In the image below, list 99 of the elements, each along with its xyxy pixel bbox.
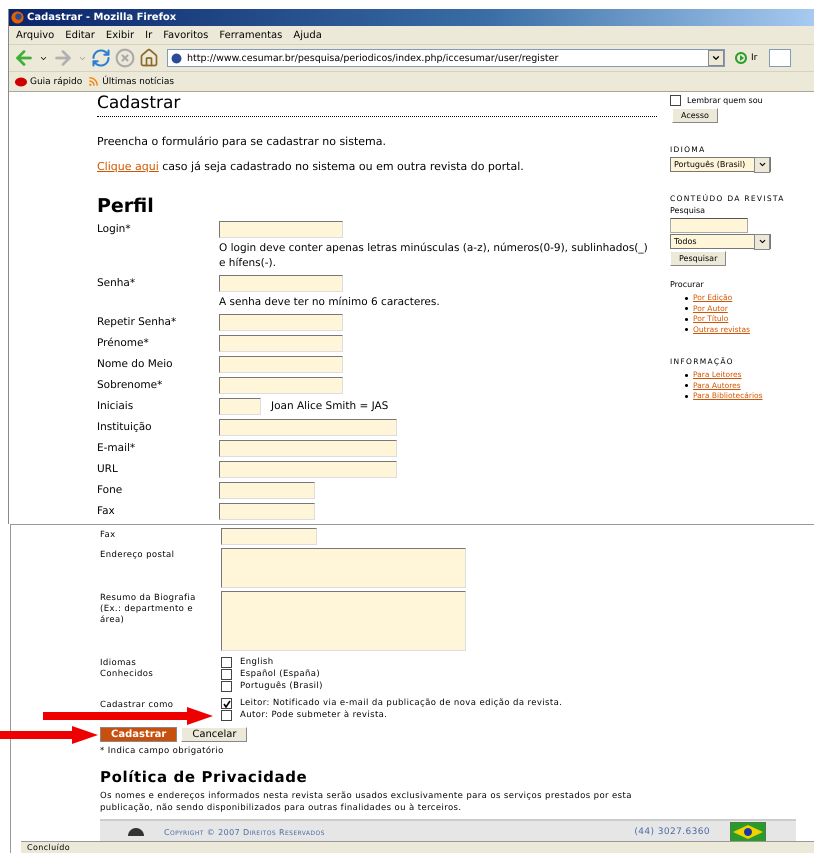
search-field[interactable] [769,49,792,67]
field-label: Fone [97,483,124,496]
register-button[interactable]: Cadastrar [100,727,178,742]
privacy-text: Os nomes e endereços informados nesta revista serão usados exclusivamente para os serviços prestados por esta publicação, não sendo disponibilizados para outras finalidades ou à terceiros. [100,790,633,814]
scope-select[interactable]: Todos [670,234,771,249]
menu-item[interactable]: Exibir [106,30,134,40]
field-label: E-mail* [97,441,136,454]
checkbox-label: Autor: Pode submeter à revista. [240,710,388,721]
field-label: Repetir Senha* [97,315,178,328]
field-label: Cadastrar como [100,699,174,711]
checkbox-label: Español (España) [240,669,320,680]
input-field[interactable] [221,528,317,545]
privacy-heading: Política de Privacidade [100,768,308,786]
bullet-icon [685,296,688,300]
bullet-icon [685,394,688,398]
dropdown-button[interactable] [708,50,724,66]
input-field[interactable] [219,461,397,478]
caret-icon [758,237,766,246]
field-label: Instituição [97,420,153,433]
window-title: Cadastrar - Mozilla Firefox [27,12,176,23]
browser-logo-icon [11,11,24,24]
field-label: Prénome* [97,336,150,349]
input-field[interactable] [219,398,261,415]
field-hint: A senha deve ter no mínimo 6 caracteres. [219,295,441,310]
field-note: Joan Alice Smith = JAS [271,399,388,414]
phone-text: (44) 3027.6360 [634,827,710,837]
search-field[interactable] [670,218,748,233]
checkbox[interactable] [670,95,681,106]
menu-item[interactable]: Favoritos [163,30,208,40]
caret-icon [758,160,766,169]
logo-icon [128,828,144,836]
checkbox[interactable] [221,698,232,709]
text-area[interactable] [221,591,466,651]
go-icon[interactable] [735,52,747,64]
field-label: Fax [100,529,117,541]
browse-heading: Procurar [670,280,705,289]
cancel-button[interactable]: Cancelar [181,727,248,742]
bookmark-icon [15,76,27,86]
checkbox[interactable] [221,710,232,721]
input-field[interactable] [219,482,315,499]
input-field[interactable] [219,419,397,436]
checkbox-label: English [240,657,274,668]
required-note: * Indica campo obrigatório [100,746,225,756]
checkbox[interactable] [221,657,232,668]
field-label: Sobrenome* [97,378,164,391]
field-label: Idiomas Conhecidos [100,657,154,680]
search-button[interactable]: Pesquisar [670,251,726,266]
bullet-icon [685,384,688,388]
section-heading: Perfil [97,195,155,217]
menu-item[interactable]: Ajuda [293,30,322,40]
bullet-icon [685,328,688,332]
login-text: Clique aqui caso já seja cadastrado no sistema ou em outra revista do portal. [97,160,525,173]
menu-item[interactable]: Ferramentas [219,30,282,40]
input-field[interactable] [219,221,343,238]
bullet-icon [685,374,688,377]
field-label: Iniciais [97,399,134,412]
input-field[interactable] [219,314,343,331]
login-button[interactable]: Acesso [672,108,718,123]
page-heading: Cadastrar [97,93,657,117]
remember-label: Lembrar quem sou [687,96,763,105]
field-label: Login* [97,222,132,235]
input-field[interactable] [219,503,315,520]
input-field[interactable] [219,377,343,394]
language-select[interactable]: Português (Brasil) [670,157,771,172]
checkbox-label: Português (Brasil) [240,681,323,692]
field-hint: O login deve conter apenas letras minúsculas (a-z), números(0-9), sublinhados(_) e hífens(-). [219,241,649,271]
bookmark-link[interactable]: Últimas notícias [88,76,174,87]
input-field[interactable] [219,275,343,292]
text-area[interactable] [221,548,466,588]
intro-text: Preencha o formulário para se cadastrar no sistema. [97,135,387,148]
reload-icon[interactable] [91,48,111,68]
menu-item[interactable]: Ir [145,30,152,40]
menu-item[interactable]: Editar [65,30,95,40]
field-label: Resumo da Biografia (Ex.: departmento e área) [100,592,197,626]
field-label: Senha* [97,276,136,289]
field-label: Fax [97,504,116,517]
input-field[interactable] [219,356,343,373]
bullet-icon [685,307,688,310]
input-field[interactable] [219,440,397,457]
input-field[interactable] [219,335,343,352]
address-field[interactable]: http://www.cesumar.br/pesquisa/periodicos/index.php/iccesumar/user/register [167,49,725,67]
field-label: Nome do Meio [97,357,174,370]
flag-icon [730,822,766,842]
checkbox[interactable] [221,669,232,680]
go-label[interactable]: Ir [751,53,758,63]
copyright-text: Copyright © 2007 Direitos Reservados [164,828,326,836]
home-icon[interactable] [139,48,159,68]
bullet-icon [685,318,688,321]
rss-icon [88,76,100,87]
checkbox[interactable] [221,681,232,692]
field-label: URL [97,462,119,475]
field-label: Endereço postal [100,549,176,561]
menu-item[interactable]: Arquivo [16,30,54,40]
bookmark-link[interactable]: Guia rápido [15,76,82,86]
checkbox-label: Leitor: Notificado via e-mail da publicação de nova edição da revista. [240,698,562,709]
status-bar: Concluído [21,841,814,853]
search-label: Pesquisa [670,206,706,215]
caret-icon [711,53,721,63]
login-link[interactable]: Clique aqui [97,160,159,173]
